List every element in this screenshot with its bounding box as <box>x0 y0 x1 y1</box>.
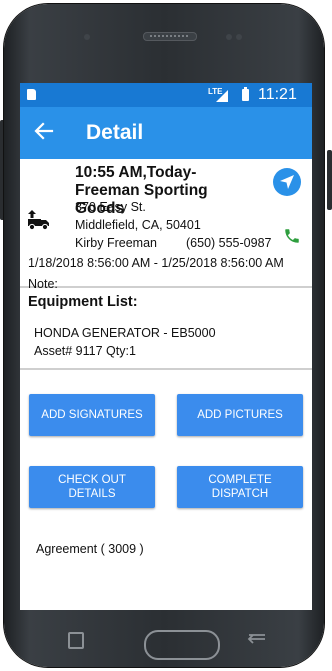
status-time: 11:21 <box>258 86 297 103</box>
equipment-header: Equipment List: <box>28 294 138 310</box>
app-bar: Detail <box>20 107 312 159</box>
phone-sensor <box>84 34 90 40</box>
address-line-2: Middlefield, CA, 50401 <box>75 218 201 232</box>
navigate-button[interactable] <box>273 168 301 196</box>
address-line-1: 370 Easy St. <box>75 200 146 214</box>
equipment-item-asset: Asset# 9117 Qty:1 <box>34 344 136 358</box>
check-out-details-button[interactable]: CHECK OUT DETAILS <box>29 466 155 508</box>
date-range: 1/18/2018 8:56:00 AM - 1/25/2018 8:56:00… <box>28 256 284 270</box>
recent-apps-button[interactable] <box>68 632 84 649</box>
signal-icon <box>216 90 228 102</box>
back-nav-button[interactable] <box>246 630 266 644</box>
app-screen: LTE 11:21 Detail 10:55 AM,Today-Freeman … <box>20 83 312 610</box>
phone-sensor <box>236 34 242 40</box>
phone-camera <box>226 34 232 40</box>
agreement-label[interactable]: Agreement ( 3009 ) <box>36 542 144 556</box>
phone-icon[interactable] <box>283 227 301 245</box>
equipment-section: Equipment List: HONDA GENERATOR - EB5000… <box>20 288 312 368</box>
contact-name: Kirby Freeman <box>75 236 157 250</box>
status-bar: LTE 11:21 <box>20 83 312 107</box>
android-nav-bar <box>10 612 318 660</box>
equipment-item-name: HONDA GENERATOR - EB5000 <box>34 326 216 340</box>
phone-speaker <box>143 32 197 41</box>
complete-dispatch-button[interactable]: COMPLETE DISPATCH <box>177 466 303 508</box>
arrow-left-icon <box>34 122 54 140</box>
phone-side-button <box>327 150 332 210</box>
back-button[interactable] <box>34 118 54 146</box>
contact-phone[interactable]: (650) 555-0987 <box>186 236 271 250</box>
dispatch-card: 10:55 AM,Today-Freeman Sporting Goods 37… <box>20 159 312 291</box>
page-title: Detail <box>86 121 144 144</box>
battery-icon <box>242 87 249 101</box>
add-pictures-button[interactable]: ADD PICTURES <box>177 394 303 436</box>
home-button[interactable] <box>144 630 220 660</box>
action-buttons: ADD SIGNATURES ADD PICTURES CHECK OUT DE… <box>20 370 312 560</box>
delivery-truck-icon <box>28 210 49 231</box>
add-signatures-button[interactable]: ADD SIGNATURES <box>29 394 155 436</box>
sd-card-icon <box>27 89 36 100</box>
navigation-arrow-icon <box>280 175 294 189</box>
